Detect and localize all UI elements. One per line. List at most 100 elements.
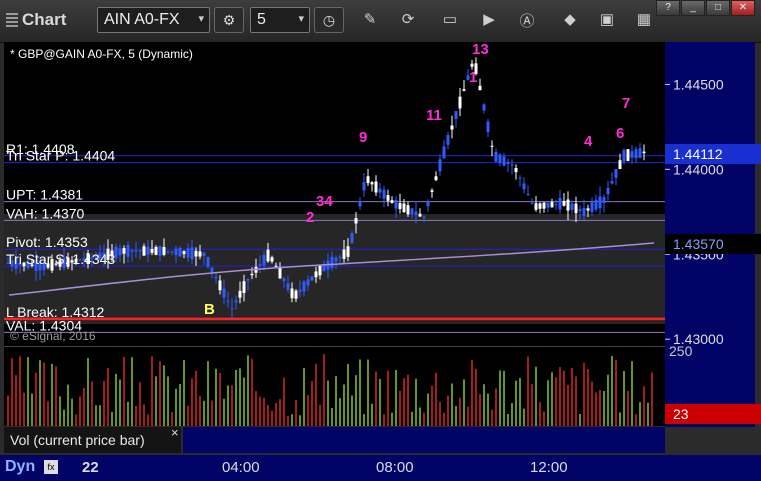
refresh-icon[interactable]: ⟳ — [398, 10, 418, 28]
candle-body-29 — [122, 248, 126, 254]
dynamic-mode-label[interactable]: Dyn — [5, 458, 35, 476]
candle-body-66 — [270, 257, 274, 262]
candle-body-133 — [538, 203, 542, 209]
grip-icon[interactable] — [6, 13, 18, 27]
chart-title: * GBP@GAIN A0-FX, 5 (Dynamic) — [10, 47, 193, 61]
link-settings-button[interactable]: ⚙ — [214, 7, 244, 33]
candle-body-154 — [622, 150, 626, 162]
candle-body-109 — [442, 146, 446, 159]
candle-body-61 — [250, 273, 254, 276]
counter-annotation-7: 4 — [584, 133, 593, 150]
candle-body-32 — [134, 250, 138, 252]
candle-body-136 — [550, 202, 554, 208]
candle-body-65 — [266, 249, 270, 262]
candle-body-108 — [438, 159, 442, 172]
candle-body-36 — [150, 248, 154, 253]
tag-icon[interactable]: ◆ — [560, 10, 580, 28]
candle-body-125 — [506, 161, 510, 164]
symbol-dropdown-icon[interactable]: ▾ — [198, 12, 204, 25]
candle-body-93 — [378, 188, 382, 193]
candle-body-55 — [226, 300, 230, 302]
candle-body-113 — [458, 96, 462, 109]
minimize-icon[interactable]: _ — [681, 0, 705, 16]
volume-legend[interactable]: Vol (current price bar) — [4, 427, 181, 453]
candle-body-130 — [526, 194, 530, 196]
close-icon[interactable]: ✕ — [731, 0, 755, 16]
candle-body-34 — [142, 246, 146, 256]
candle-body-97 — [394, 199, 398, 209]
interval-input[interactable]: 5 ▾ — [250, 7, 310, 33]
clock-icon[interactable]: ◷ — [314, 7, 344, 33]
symbol-input[interactable]: AIN A0-FX ▾ — [97, 7, 210, 33]
candle-body-150 — [606, 188, 610, 195]
symbol-value: AIN A0-FX — [104, 11, 180, 28]
candle-body-98 — [398, 203, 402, 210]
app-title-text: Chart — [22, 10, 67, 29]
candle-body-159 — [642, 151, 646, 154]
candle-body-44 — [182, 251, 186, 255]
candle-body-144 — [582, 207, 586, 216]
candle-body-38 — [158, 245, 162, 256]
window-controls: ? _ □ ✕ — [656, 0, 755, 16]
candle-body-128 — [518, 177, 522, 179]
candle-body-122 — [494, 151, 498, 162]
candle-body-78 — [318, 265, 322, 276]
level-label-7: VAL: 1.4304 — [6, 317, 82, 333]
y-tick-0: 1.44500 — [673, 76, 724, 92]
window-icon[interactable]: ▣ — [597, 10, 617, 28]
candle-body-116 — [470, 63, 474, 67]
alert-icon[interactable]: Ⓐ — [517, 10, 537, 31]
candle-body-138 — [558, 198, 562, 210]
candle-body-88 — [358, 200, 362, 207]
candle-body-63 — [258, 264, 262, 266]
candle-body-67 — [274, 265, 278, 267]
candle-body-49 — [202, 252, 206, 256]
interval-dropdown-icon[interactable]: ▾ — [298, 12, 304, 25]
candle-body-87 — [354, 218, 358, 224]
candle-body-149 — [602, 196, 606, 203]
settings-icon[interactable]: fx — [44, 460, 58, 474]
candle-body-48 — [198, 251, 202, 257]
help-icon[interactable]: ? — [656, 0, 680, 16]
counter-annotation-1: 1 — [469, 69, 477, 86]
candle-body-121 — [490, 145, 494, 147]
candle-body-112 — [454, 111, 458, 119]
candle-body-50 — [206, 257, 210, 268]
time-tick-0800: 08:00 — [376, 459, 414, 476]
volume-chart[interactable] — [4, 346, 665, 426]
candle-body-142 — [574, 203, 578, 214]
level-label-2: UPT: 1.4381 — [6, 187, 83, 203]
legend-close-icon[interactable]: × — [171, 425, 179, 440]
tile-icon[interactable]: ▦ — [634, 10, 654, 28]
feed-icon[interactable]: ▭ — [440, 10, 460, 28]
candle-body-145 — [586, 208, 590, 211]
candle-body-110 — [446, 135, 450, 145]
play-icon[interactable]: ▶ — [479, 10, 499, 28]
counter-annotation-6: 2 — [306, 209, 314, 226]
candle-body-43 — [178, 247, 182, 257]
maximize-icon[interactable]: □ — [706, 0, 730, 16]
candle-body-114 — [462, 89, 466, 91]
candle-body-95 — [386, 194, 390, 201]
counter-annotation-8: 6 — [616, 125, 624, 142]
candle-body-135 — [546, 202, 550, 208]
candle-body-119 — [482, 104, 486, 111]
counter-annotation-2: 7 — [622, 95, 630, 112]
price-chart-svg: * GBP@GAIN A0-FX, 5 (Dynamic) © eSignal,… — [4, 41, 665, 343]
pencil-icon[interactable]: ✎ — [360, 10, 380, 28]
candle-body-99 — [402, 203, 406, 213]
candle-body-111 — [450, 125, 454, 130]
candle-body-64 — [262, 254, 266, 266]
candle-body-83 — [338, 256, 342, 258]
candle-body-100 — [406, 205, 410, 215]
candle-body-132 — [534, 203, 538, 210]
candle-body-57 — [234, 300, 238, 303]
candle-body-40 — [166, 251, 170, 253]
time-tick-0400: 04:00 — [222, 459, 260, 476]
counter-annotation-3: 11 — [426, 107, 442, 124]
price-chart[interactable]: * GBP@GAIN A0-FX, 5 (Dynamic) © eSignal,… — [4, 41, 665, 346]
candle-body-47 — [194, 250, 198, 257]
candle-body-71 — [290, 288, 294, 299]
candle-body-129 — [522, 183, 526, 190]
candle-body-33 — [138, 250, 142, 252]
